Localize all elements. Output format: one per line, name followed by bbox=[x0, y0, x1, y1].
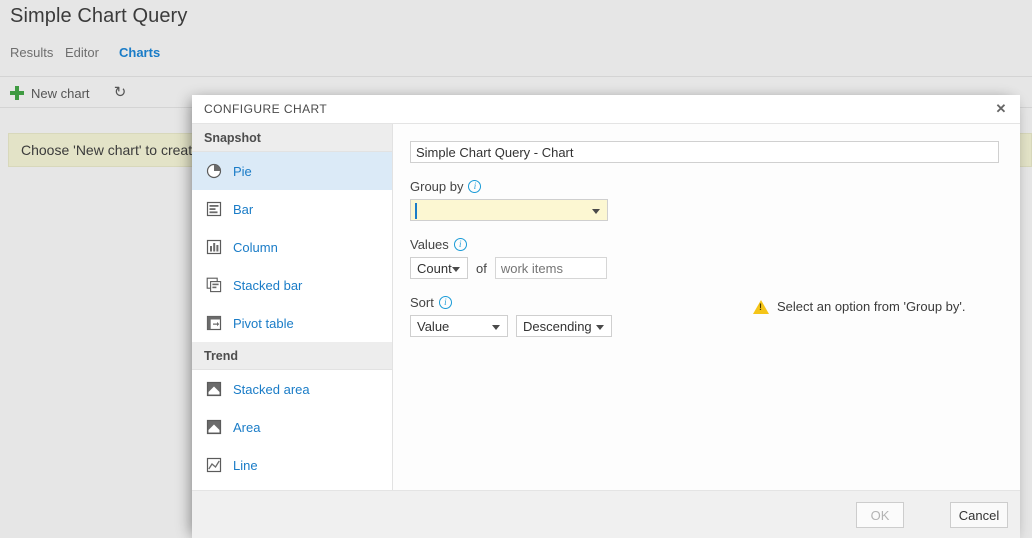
sort-field-value: Value bbox=[417, 319, 449, 334]
chart-type-pivot-table[interactable]: Pivot table bbox=[192, 304, 392, 342]
chart-type-stacked-bar[interactable]: Stacked bar bbox=[192, 266, 392, 304]
group-by-select[interactable] bbox=[410, 199, 608, 221]
new-chart-label: New chart bbox=[31, 86, 90, 101]
group-header-trend: Trend bbox=[192, 342, 392, 370]
info-icon[interactable]: i bbox=[439, 296, 452, 309]
page-title: Simple Chart Query bbox=[10, 5, 187, 28]
aggregation-value: Count bbox=[417, 261, 452, 276]
bar-chart-icon bbox=[206, 201, 222, 217]
stacked-area-chart-icon bbox=[206, 381, 222, 397]
tab-charts[interactable]: Charts bbox=[119, 44, 160, 62]
tab-results[interactable]: Results bbox=[10, 44, 53, 62]
chart-type-label: Bar bbox=[233, 202, 253, 217]
sort-direction-value: Descending bbox=[523, 319, 592, 334]
tab-editor[interactable]: Editor bbox=[65, 44, 99, 62]
chart-type-label: Pivot table bbox=[233, 316, 294, 331]
column-chart-icon bbox=[206, 239, 222, 255]
validation-warning: Select an option from 'Group by'. bbox=[753, 299, 966, 314]
tab-strip: Results Editor Charts bbox=[0, 44, 1032, 72]
chart-type-line[interactable]: Line bbox=[192, 446, 392, 484]
plus-icon bbox=[10, 86, 24, 100]
sort-field-select[interactable]: Value bbox=[410, 315, 508, 337]
group-by-label: Group by bbox=[410, 179, 463, 194]
chart-type-label: Line bbox=[233, 458, 258, 473]
chart-type-bar[interactable]: Bar bbox=[192, 190, 392, 228]
info-icon[interactable]: i bbox=[468, 180, 481, 193]
dialog-footer: OK Cancel bbox=[192, 490, 1020, 538]
chart-config-form: Group by i Values i Count of Sort i bbox=[393, 124, 1020, 490]
values-label-row: Values i bbox=[410, 237, 1020, 252]
chart-type-area[interactable]: Area bbox=[192, 408, 392, 446]
validation-warning-text: Select an option from 'Group by'. bbox=[777, 299, 966, 314]
sort-direction-select[interactable]: Descending bbox=[516, 315, 612, 337]
chart-type-label: Area bbox=[233, 420, 260, 435]
text-cursor bbox=[415, 203, 417, 219]
pie-chart-icon bbox=[206, 163, 222, 179]
area-chart-icon bbox=[206, 419, 222, 435]
dialog-title: CONFIGURE CHART bbox=[204, 102, 327, 116]
chart-type-label: Stacked area bbox=[233, 382, 310, 397]
dialog-header: CONFIGURE CHART ✕ bbox=[192, 95, 1020, 124]
close-icon[interactable]: ✕ bbox=[992, 100, 1010, 118]
new-chart-button[interactable]: New chart bbox=[10, 82, 90, 104]
values-row: Count of bbox=[410, 257, 1020, 279]
values-entity-input[interactable] bbox=[495, 257, 607, 279]
info-icon[interactable]: i bbox=[454, 238, 467, 251]
dialog-body: Snapshot Pie Bar bbox=[192, 124, 1020, 490]
ok-button[interactable]: OK bbox=[856, 502, 904, 528]
chevron-down-icon bbox=[592, 209, 600, 214]
aggregation-select[interactable]: Count bbox=[410, 257, 468, 279]
sort-label: Sort bbox=[410, 295, 434, 310]
warning-icon bbox=[753, 300, 769, 314]
chart-type-column[interactable]: Column bbox=[192, 228, 392, 266]
chart-type-list: Snapshot Pie Bar bbox=[192, 124, 393, 490]
sort-row: Value Descending bbox=[410, 315, 1020, 337]
cancel-button[interactable]: Cancel bbox=[950, 502, 1008, 528]
configure-chart-dialog: CONFIGURE CHART ✕ Snapshot Pie bbox=[192, 95, 1020, 538]
chart-type-label: Column bbox=[233, 240, 278, 255]
chart-type-label: Pie bbox=[233, 164, 252, 179]
values-label: Values bbox=[410, 237, 449, 252]
refresh-icon[interactable]: ↻ bbox=[110, 83, 130, 103]
stacked-bar-chart-icon bbox=[206, 277, 222, 293]
chart-type-label: Stacked bar bbox=[233, 278, 302, 293]
chart-title-input[interactable] bbox=[410, 141, 999, 163]
of-label: of bbox=[476, 261, 487, 276]
group-by-label-row: Group by i bbox=[410, 179, 1020, 194]
chart-type-stacked-area[interactable]: Stacked area bbox=[192, 370, 392, 408]
chart-type-pie[interactable]: Pie bbox=[192, 152, 392, 190]
pivot-table-icon bbox=[206, 315, 222, 331]
group-header-snapshot: Snapshot bbox=[192, 124, 392, 152]
line-chart-icon bbox=[206, 457, 222, 473]
